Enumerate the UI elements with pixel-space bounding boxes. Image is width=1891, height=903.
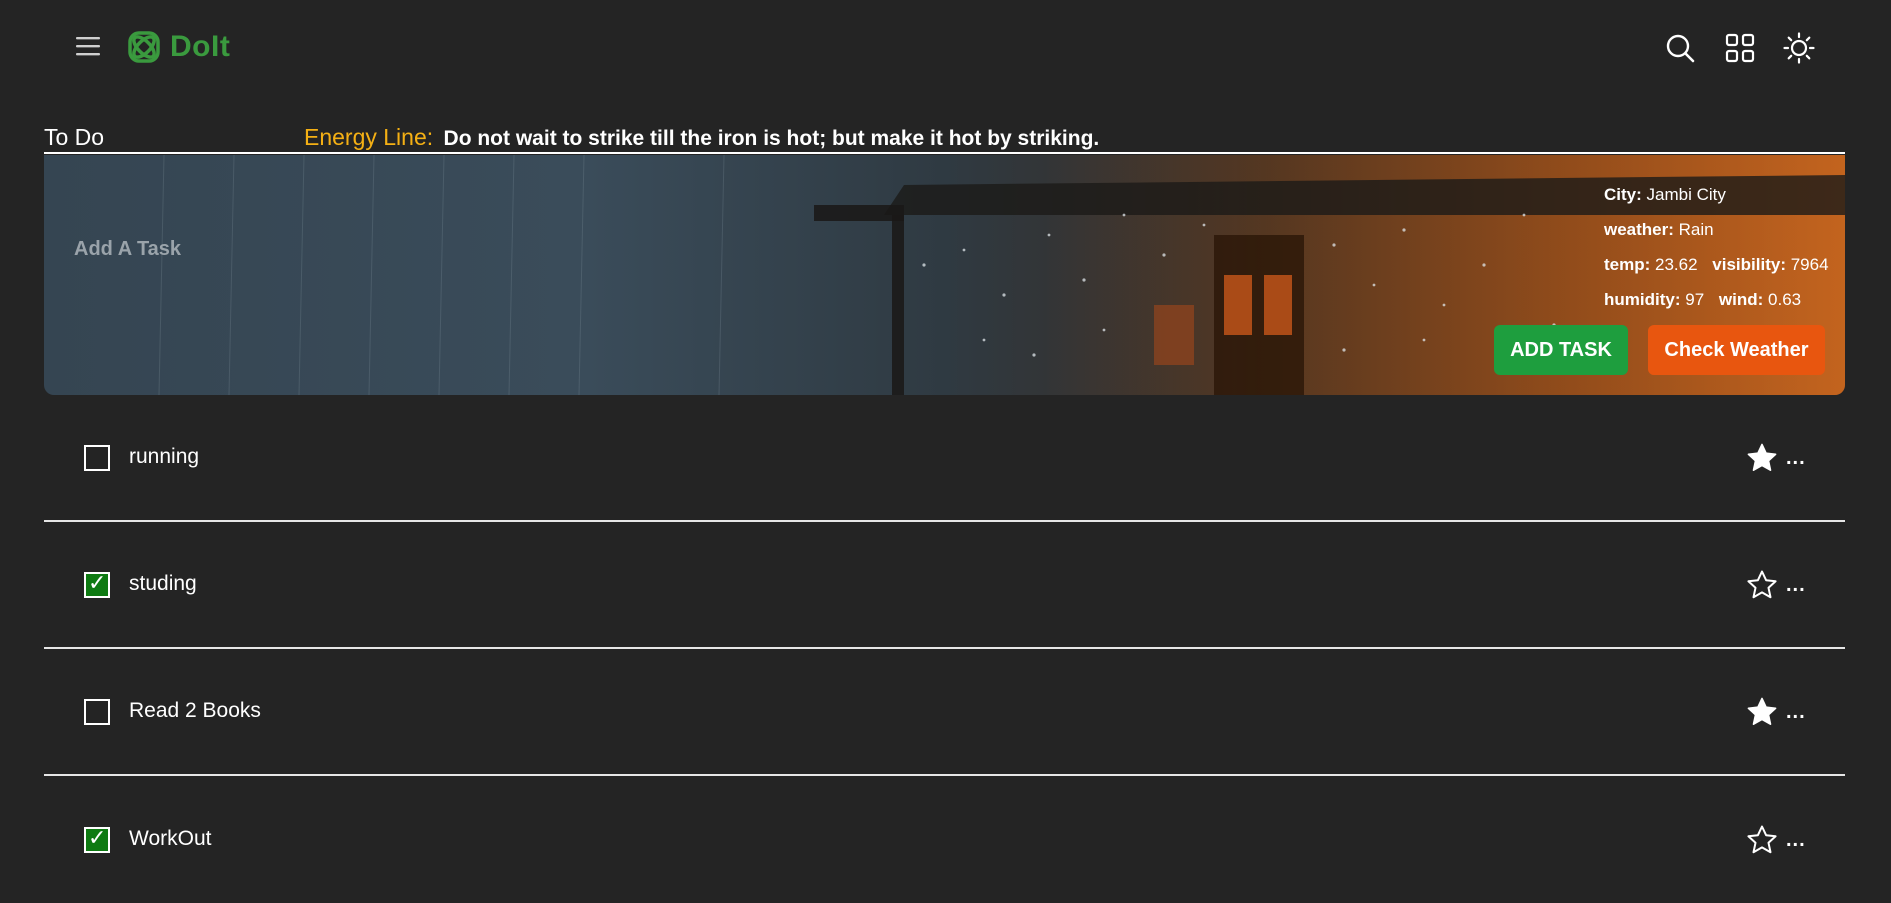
more-options-icon[interactable]: ... bbox=[1786, 448, 1806, 468]
visibility-label: visibility: bbox=[1712, 255, 1786, 274]
weather-temp-row: temp: 23.62 visibility: 7964 bbox=[1604, 247, 1829, 282]
star-icon[interactable] bbox=[1746, 569, 1778, 601]
task-item: running ... bbox=[44, 395, 1845, 522]
star-icon[interactable] bbox=[1746, 824, 1778, 856]
visibility-value: 7964 bbox=[1790, 255, 1829, 274]
app-name: DoIt bbox=[170, 30, 231, 63]
task-label: running bbox=[129, 444, 200, 468]
weather-condition-row: weather: Rain bbox=[1604, 212, 1829, 247]
task-checkbox[interactable] bbox=[84, 698, 110, 725]
temp-label: temp: bbox=[1604, 255, 1651, 274]
task-item: WorkOut ... bbox=[44, 776, 1845, 903]
search-icon[interactable] bbox=[1664, 32, 1696, 64]
star-icon[interactable] bbox=[1746, 696, 1778, 728]
task-label: studing bbox=[129, 571, 197, 595]
weather-humidity-row: humidity: 97 wind: 0.63 bbox=[1604, 282, 1829, 317]
top-bar: DoIt bbox=[0, 0, 1891, 96]
header-row: To Do Energy Line: Do not wait to strike… bbox=[44, 120, 1845, 154]
task-checkbox[interactable] bbox=[84, 826, 110, 853]
task-label: Read 2 Books bbox=[129, 698, 261, 722]
weather-banner: City: Jambi City weather: Rain temp: 23.… bbox=[44, 155, 1845, 395]
more-options-icon[interactable]: ... bbox=[1786, 702, 1806, 722]
city-value: Jambi City bbox=[1646, 185, 1726, 204]
task-item: Read 2 Books ... bbox=[44, 649, 1845, 776]
task-label: WorkOut bbox=[129, 826, 212, 850]
add-task-button[interactable]: ADD TASK bbox=[1494, 325, 1628, 375]
task-checkbox[interactable] bbox=[84, 571, 110, 598]
task-checkbox[interactable] bbox=[84, 444, 110, 471]
task-item: studing ... bbox=[44, 522, 1845, 649]
energy-line: Energy Line: Do not wait to strike till … bbox=[304, 124, 1099, 151]
more-options-icon[interactable]: ... bbox=[1786, 575, 1806, 595]
weather-value: Rain bbox=[1678, 220, 1714, 239]
city-label: City: bbox=[1604, 185, 1642, 204]
add-task-input[interactable] bbox=[74, 229, 674, 269]
wind-value: 0.63 bbox=[1768, 290, 1802, 309]
more-options-icon[interactable]: ... bbox=[1786, 830, 1806, 850]
weather-label: weather: bbox=[1604, 220, 1674, 239]
energy-line-label: Energy Line: bbox=[304, 124, 434, 150]
menu-icon[interactable] bbox=[74, 34, 104, 58]
energy-line-quote: Do not wait to strike till the iron is h… bbox=[443, 127, 1100, 150]
star-icon[interactable] bbox=[1746, 442, 1778, 474]
page-title: To Do bbox=[44, 124, 105, 150]
humidity-value: 97 bbox=[1685, 290, 1705, 309]
humidity-label: humidity: bbox=[1604, 290, 1681, 309]
sun-icon[interactable] bbox=[1783, 32, 1815, 64]
wind-label: wind: bbox=[1718, 290, 1764, 309]
logo-icon bbox=[128, 31, 160, 63]
app-logo[interactable]: DoIt bbox=[126, 29, 230, 65]
weather-info: City: Jambi City weather: Rain temp: 23.… bbox=[1604, 177, 1829, 317]
grid-view-icon[interactable] bbox=[1724, 32, 1756, 64]
weather-city-row: City: Jambi City bbox=[1604, 177, 1829, 212]
check-weather-button[interactable]: Check Weather bbox=[1648, 325, 1825, 375]
temp-value: 23.62 bbox=[1655, 255, 1698, 274]
